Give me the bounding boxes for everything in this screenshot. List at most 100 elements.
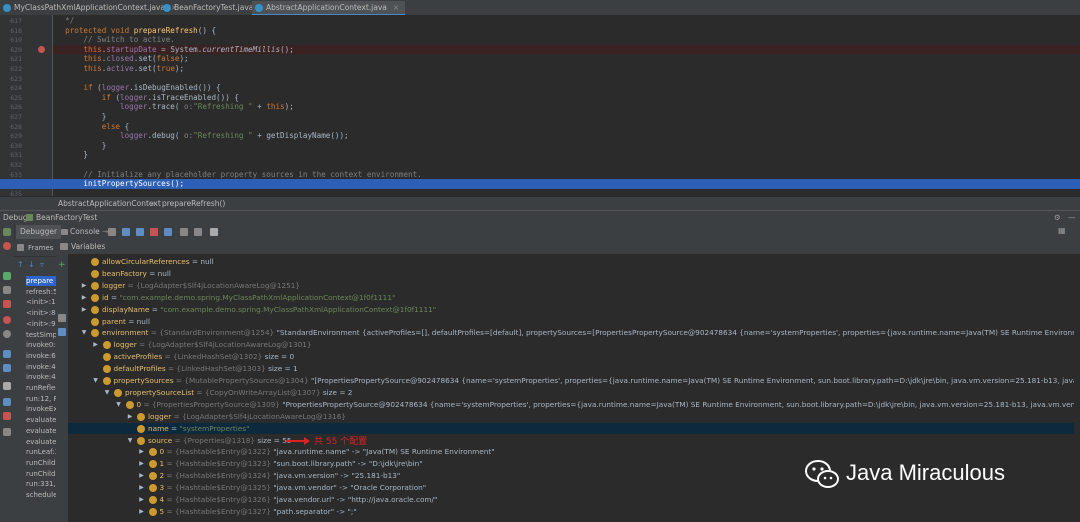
mute-breakpoints-icon[interactable]	[3, 330, 11, 338]
copy-icon[interactable]	[58, 314, 66, 322]
collapsed-arrow-icon[interactable]: ▶	[138, 494, 146, 506]
show-execution-point-icon[interactable]	[108, 228, 116, 236]
collapsed-arrow-icon[interactable]: ▶	[138, 446, 146, 458]
stack-frame[interactable]: run:331,	[26, 479, 56, 489]
collapsed-arrow-icon[interactable]: ▶	[80, 292, 88, 304]
stack-frame[interactable]: evaluate:	[26, 437, 56, 447]
tab-label: MyClassPathXmlApplicationContext.java	[14, 3, 166, 12]
variable-text: displayName = "com.example.demo.spring.M…	[102, 304, 436, 316]
settings-side-icon[interactable]	[3, 382, 11, 390]
step-into-icon[interactable]	[136, 228, 144, 236]
stack-frame[interactable]: testSimp	[26, 330, 56, 340]
code-token: closed	[106, 54, 134, 64]
collapsed-arrow-icon[interactable]: ▶	[138, 482, 146, 494]
filter-icon[interactable]: ▿	[40, 260, 44, 269]
variable-row[interactable]: ▶ id = "com.example.demo.spring.MyClassPa…	[68, 292, 1080, 304]
variable-row[interactable]: ▶ logger = {LogAdapter$Slf4jLocationAware…	[68, 411, 1080, 423]
variable-row[interactable]: ▼ propertySources = {MutablePropertySourc…	[68, 375, 1080, 387]
add-watch-icon[interactable]: +	[58, 260, 66, 270]
tab-file-3[interactable]: AbstractApplicationContext.java ×	[252, 1, 406, 16]
close-tab-icon[interactable]: ×	[393, 3, 399, 12]
help-icon[interactable]	[3, 428, 11, 436]
stack-frame[interactable]: refresh:5	[26, 287, 56, 297]
collapsed-arrow-icon[interactable]: ▶	[138, 470, 146, 482]
expanded-arrow-icon[interactable]: ▼	[126, 435, 134, 447]
collapsed-arrow-icon[interactable]: ▶	[80, 304, 88, 316]
variable-row[interactable]: ▼ 0 = {PropertiesPropertySource@1309} "Pr…	[68, 399, 1080, 411]
variable-row[interactable]: ▶ logger = {LogAdapter$Slf4jLocationAware…	[68, 339, 1080, 351]
hide-icon[interactable]: —	[1068, 211, 1076, 225]
variable-row[interactable]: name = "systemProperties"	[68, 422, 1080, 435]
collapsed-arrow-icon[interactable]: ▶	[80, 280, 88, 292]
breadcrumb-item-class[interactable]: AbstractApplicationContext	[58, 197, 161, 211]
expanded-arrow-icon[interactable]: ▼	[115, 399, 123, 411]
stack-frame[interactable]: <init>:14	[26, 297, 56, 307]
stack-frame[interactable]: evaluate:	[26, 426, 56, 436]
collapsed-arrow-icon[interactable]: ▶	[92, 339, 100, 351]
stack-frame[interactable]: invoke:4	[26, 362, 56, 372]
variable-row[interactable]: ▶ displayName = "com.example.demo.spring.…	[68, 304, 1080, 316]
force-step-into-icon[interactable]	[150, 228, 158, 236]
stack-frame[interactable]: evaluate:	[26, 415, 56, 425]
variable-row[interactable]: ▶ logger = {LogAdapter$Slf4jLocationAware…	[68, 280, 1080, 292]
restore-layout-side-icon[interactable]	[3, 364, 11, 372]
stack-frame[interactable]: invoke:6	[26, 351, 56, 361]
run-to-cursor-icon[interactable]	[194, 228, 202, 236]
variable-row[interactable]: ▼ environment = {StandardEnvironment@1254…	[68, 327, 1080, 339]
code-editor[interactable]: 617 618 619 620 621 622 623 624 625 626 627 628 629 6…	[0, 15, 1080, 198]
variable-row[interactable]: ▶ 5 = {Hashtable$Entry@1327} "path.separa…	[68, 506, 1080, 518]
variable-row[interactable]: ▼ source = {Properties@1318} size = 55	[68, 435, 1080, 447]
tab-file-1[interactable]: MyClassPathXmlApplicationContext.java ×	[0, 1, 183, 14]
expanded-arrow-icon[interactable]: ▼	[80, 327, 88, 339]
variable-row[interactable]: ▶ 4 = {Hashtable$Entry@1326} "java.vendor…	[68, 494, 1080, 506]
stack-frame[interactable]: run:12, R	[26, 394, 56, 404]
variable-row[interactable]: ▶ 0 = {Hashtable$Entry@1322} "java.runtim…	[68, 446, 1080, 458]
restore-layout-icon[interactable]: ▦	[1058, 226, 1066, 235]
expanded-arrow-icon[interactable]: ▼	[92, 375, 100, 387]
variable-row[interactable]: allowCircularReferences = null	[68, 256, 1080, 268]
stack-frame[interactable]: runChild:	[26, 469, 56, 479]
variable-row[interactable]: activeProfiles = {LinkedHashSet@1302} si…	[68, 351, 1080, 363]
expanded-arrow-icon[interactable]: ▼	[103, 387, 111, 399]
stack-frame[interactable]: schedule	[26, 490, 56, 500]
pause-icon[interactable]	[3, 286, 11, 294]
down-arrow-icon[interactable]: ↓	[28, 260, 35, 269]
variable-row[interactable]: ▼ propertySourceList = {CopyOnWriteArrayL…	[68, 387, 1080, 399]
pin-icon[interactable]	[3, 398, 11, 406]
stack-frame[interactable]: <init>:85	[26, 308, 56, 318]
get-thread-dump-icon[interactable]	[3, 350, 11, 358]
drop-frame-icon[interactable]	[180, 228, 188, 236]
gear-icon[interactable]: ⚙	[1054, 211, 1061, 225]
resume-icon[interactable]	[3, 272, 11, 280]
stack-frame[interactable]: invoke:4	[26, 372, 56, 382]
step-over-icon[interactable]	[122, 228, 130, 236]
collapsed-arrow-icon[interactable]: ▶	[138, 458, 146, 470]
variable-row[interactable]: parent = null	[68, 316, 1080, 328]
watches-icon[interactable]	[58, 328, 66, 336]
rerun-icon[interactable]	[3, 228, 11, 236]
stack-frame[interactable]: invokeEx	[26, 404, 56, 414]
close-side-icon[interactable]	[3, 412, 11, 420]
variable-row[interactable]: beanFactory = null	[68, 268, 1080, 280]
stack-frame[interactable]: runLeaf:3	[26, 447, 56, 457]
step-out-icon[interactable]	[164, 228, 172, 236]
collapsed-arrow-icon[interactable]: ▶	[126, 411, 134, 423]
breadcrumb-item-method[interactable]: prepareRefresh()	[162, 197, 225, 211]
stack-frame[interactable]: invoke0:	[26, 340, 56, 350]
breakpoint-icon[interactable]	[38, 46, 45, 54]
tab-debugger[interactable]: Debugger	[16, 225, 62, 239]
stop-icon[interactable]	[3, 300, 11, 308]
up-arrow-icon[interactable]: ↑	[17, 260, 24, 269]
variables-scrollbar[interactable]	[1074, 254, 1080, 522]
collapsed-arrow-icon[interactable]: ▶	[138, 506, 146, 518]
stack-frame[interactable]: runReflec	[26, 383, 56, 393]
evaluate-expression-icon[interactable]	[210, 228, 218, 236]
variable-row[interactable]: defaultProfiles = {LinkedHashSet@1303} s…	[68, 363, 1080, 375]
stack-frame[interactable]: <init>:9	[26, 319, 56, 329]
stack-frame[interactable]: prepare	[26, 276, 56, 286]
modify-run-icon[interactable]	[3, 242, 11, 250]
stack-frame[interactable]: runChild:	[26, 458, 56, 468]
view-breakpoints-icon[interactable]	[3, 316, 11, 324]
code-token: currentTimeMillis	[202, 44, 281, 54]
debug-config-name[interactable]: BeanFactoryTest	[36, 211, 97, 225]
